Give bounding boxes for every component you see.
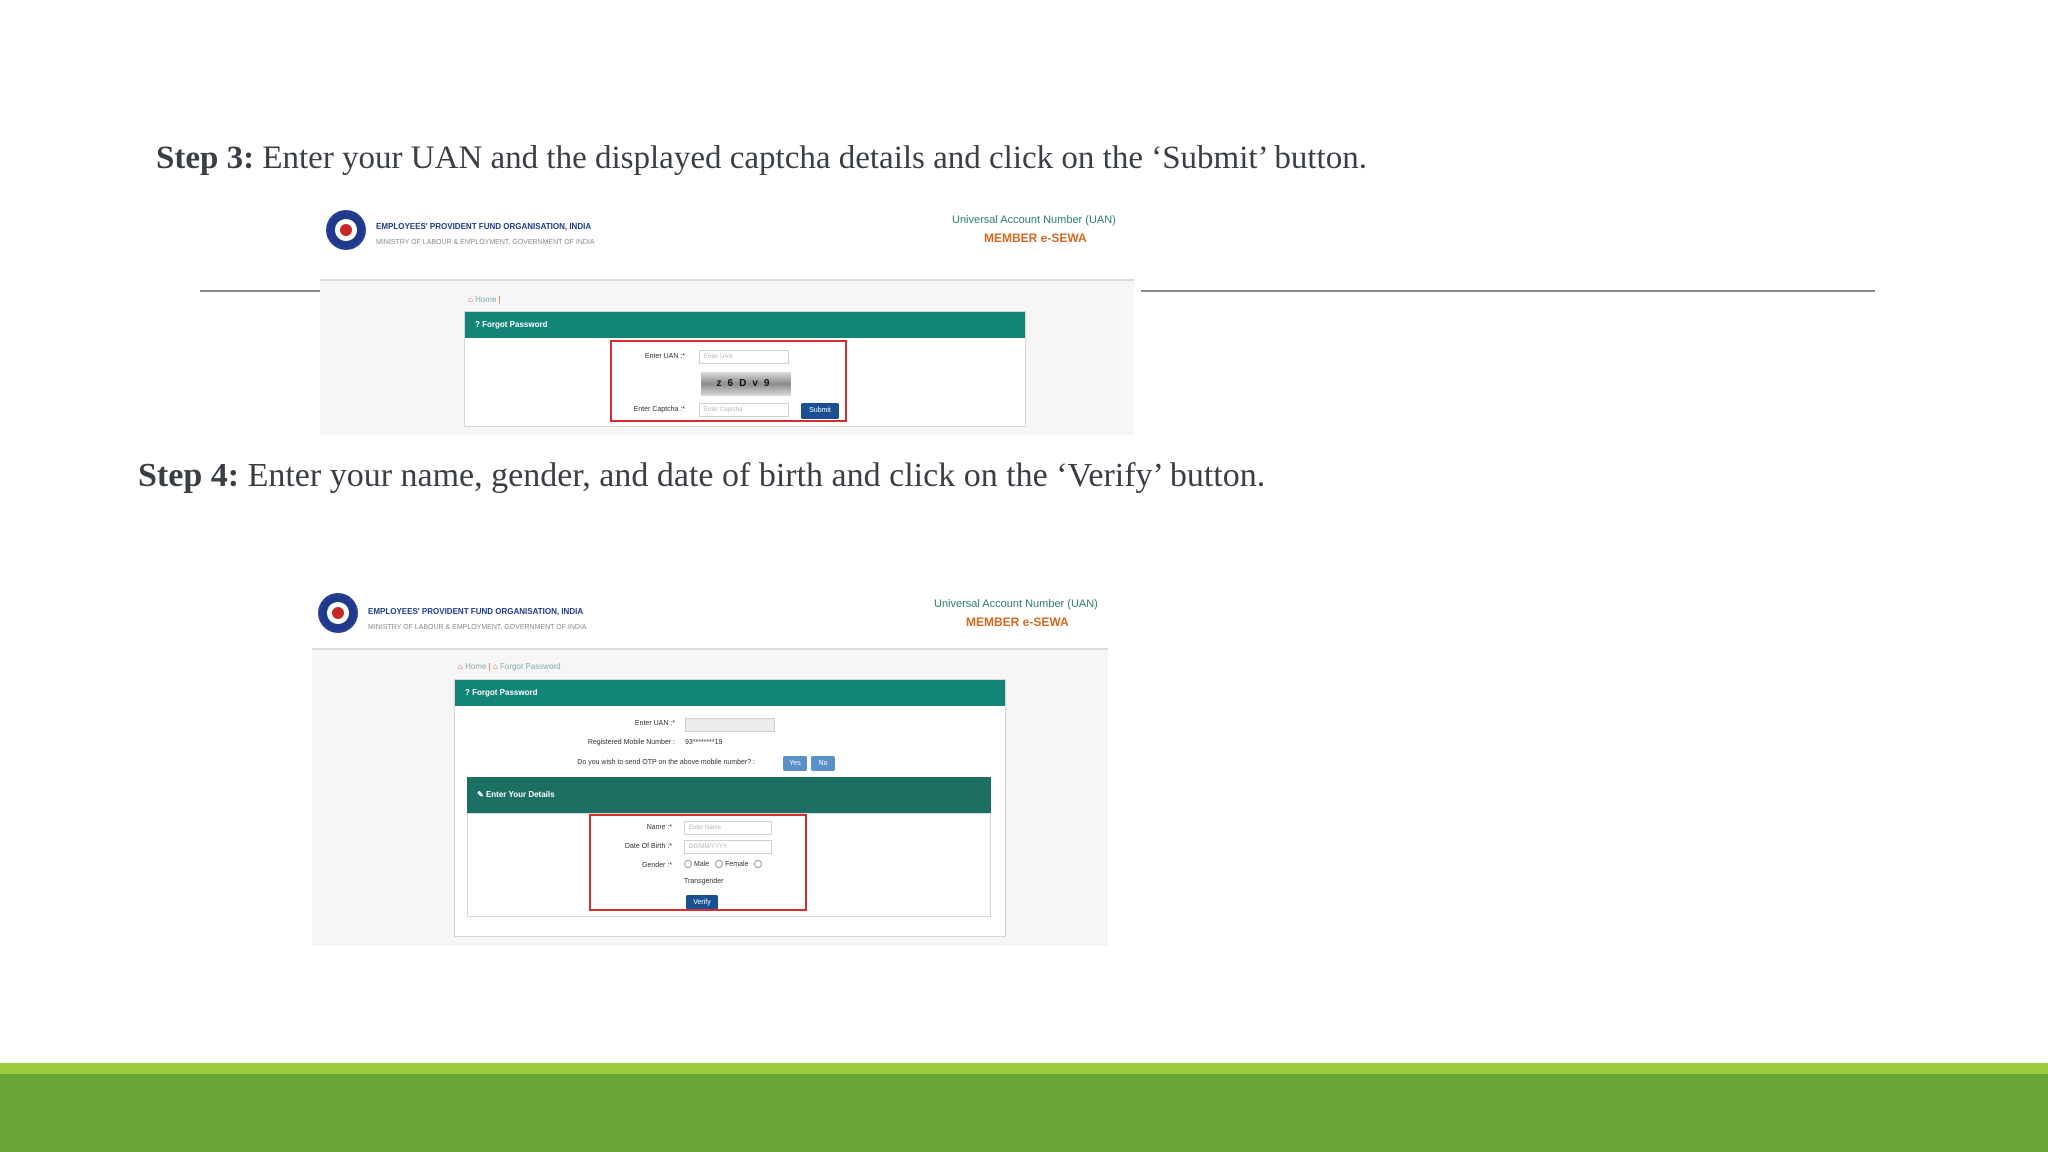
mobile-label: Registered Mobile Number : bbox=[587, 739, 675, 746]
ministry-name: MINISTRY OF LABOUR & EMPLOYMENT, GOVERNM… bbox=[376, 239, 595, 246]
breadcrumb-home[interactable]: Home bbox=[465, 662, 486, 671]
mobile-value: 93********19 bbox=[685, 739, 723, 746]
screenshot-enter-details: EMPLOYEES' PROVIDENT FUND ORGANISATION, … bbox=[312, 586, 1108, 946]
breadcrumb-separator: | bbox=[488, 662, 491, 671]
service-name: MEMBER e-SEWA bbox=[984, 231, 1087, 245]
footer-band-dark bbox=[0, 1074, 2048, 1152]
step-4-text: Enter your name, gender, and date of bir… bbox=[239, 457, 1266, 494]
epfo-logo-icon bbox=[326, 210, 366, 250]
details-body: Name :* Enter Name Date Of Birth :* DD/M… bbox=[467, 813, 991, 917]
org-name: EMPLOYEES' PROVIDENT FUND ORGANISATION, … bbox=[368, 607, 584, 616]
service-name: MEMBER e-SEWA bbox=[966, 615, 1069, 629]
portal-header: EMPLOYEES' PROVIDENT FUND ORGANISATION, … bbox=[320, 203, 1134, 281]
no-button[interactable]: No bbox=[811, 756, 835, 771]
details-title: Enter Your Details bbox=[485, 790, 555, 799]
breadcrumb-separator: | bbox=[498, 295, 501, 304]
uan-input bbox=[685, 718, 775, 732]
highlight-box bbox=[589, 814, 807, 911]
step-3-instruction: Step 3: Enter your UAN and the displayed… bbox=[156, 140, 1367, 177]
enter-details-header: ✎ Enter Your Details bbox=[467, 777, 991, 813]
forgot-password-panel: ? Forgot Password Enter UAN :* Registere… bbox=[454, 679, 1006, 937]
org-name: EMPLOYEES' PROVIDENT FUND ORGANISATION, … bbox=[376, 222, 592, 231]
divider-left bbox=[200, 290, 320, 292]
screenshot-forgot-password-uan: EMPLOYEES' PROVIDENT FUND ORGANISATION, … bbox=[320, 203, 1134, 435]
breadcrumb: ⌂ Home | bbox=[468, 295, 501, 304]
breadcrumb-forgot-password[interactable]: Forgot Password bbox=[500, 662, 560, 671]
divider-right bbox=[1141, 290, 1875, 292]
step-3-label: Step 3: bbox=[156, 140, 255, 176]
panel-title: ? Forgot Password bbox=[465, 312, 1025, 338]
step-4-label: Step 4: bbox=[138, 457, 240, 494]
uan-title: Universal Account Number (UAN) bbox=[952, 214, 1116, 226]
highlight-box bbox=[610, 340, 847, 422]
uan-title: Universal Account Number (UAN) bbox=[934, 598, 1098, 610]
home-icon: ⌂ bbox=[468, 295, 473, 304]
forgot-password-panel: ? Forgot Password Enter UAN :* Enter UAN… bbox=[464, 311, 1026, 427]
panel-title: ? Forgot Password bbox=[455, 680, 1005, 706]
footer-band-light bbox=[0, 1063, 2048, 1074]
portal-header: EMPLOYEES' PROVIDENT FUND ORGANISATION, … bbox=[312, 586, 1108, 650]
uan-label: Enter UAN :* bbox=[634, 720, 675, 727]
yes-button[interactable]: Yes bbox=[783, 756, 807, 771]
ministry-name: MINISTRY OF LABOUR & EMPLOYMENT, GOVERNM… bbox=[368, 624, 587, 631]
edit-icon: ✎ bbox=[477, 790, 484, 799]
otp-question: Do you wish to send OTP on the above mob… bbox=[577, 759, 755, 766]
breadcrumb-home[interactable]: Home bbox=[475, 295, 496, 304]
home-icon: ⌂ bbox=[458, 662, 463, 671]
step-4-instruction: Step 4: Enter your name, gender, and dat… bbox=[138, 457, 1265, 495]
breadcrumb: ⌂ Home | ⌂ Forgot Password bbox=[458, 662, 561, 671]
breadcrumb-icon: ⌂ bbox=[492, 662, 498, 671]
step-3-text: Enter your UAN and the displayed captcha… bbox=[254, 140, 1367, 176]
epfo-logo-icon bbox=[318, 593, 358, 633]
